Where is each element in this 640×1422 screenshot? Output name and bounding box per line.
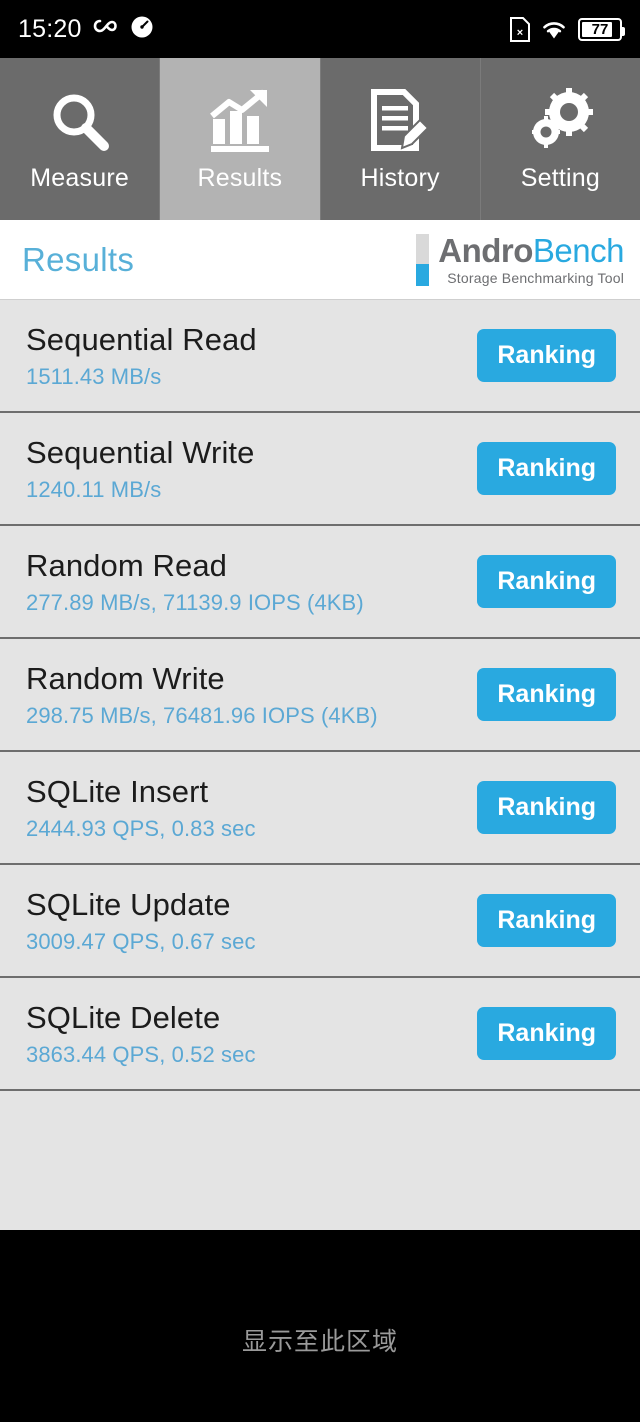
result-title: SQLite Delete: [26, 999, 221, 1035]
document-pencil-icon: [364, 86, 436, 158]
table-row[interactable]: Random Write 298.75 MB/s, 76481.96 IOPS …: [0, 639, 640, 752]
result-title: SQLite Update: [26, 886, 231, 922]
bottom-area: 显示至此区域 头条 @泡泡网: [0, 1230, 640, 1422]
status-bar-left: 15:20: [18, 15, 154, 44]
status-bar-right: × 77: [510, 16, 625, 42]
result-value: 3863.44 QPS, 0.52 sec: [26, 1041, 256, 1067]
ranking-button[interactable]: Ranking: [477, 894, 616, 947]
page-title: Results: [22, 240, 135, 278]
logo-bench: Bench: [532, 231, 625, 269]
gears-icon: [524, 86, 596, 158]
result-title: Sequential Write: [26, 434, 255, 470]
sim-card-missing-icon: ×: [510, 16, 530, 42]
tab-measure-label: Measure: [30, 163, 129, 192]
tab-results[interactable]: Results: [160, 58, 321, 220]
logo-bar-top: [416, 233, 430, 265]
result-value: 1511.43 MB/s: [26, 363, 162, 389]
page-header: Results AndroBench Storage Benchmarking …: [0, 220, 640, 300]
phone-screen: 15:20 × 77 Measure Results History Setti…: [0, 0, 640, 1422]
result-value: 3009.47 QPS, 0.67 sec: [26, 928, 256, 954]
data-saver-icon: [130, 15, 154, 44]
table-row[interactable]: SQLite Update 3009.47 QPS, 0.67 sec Rank…: [0, 865, 640, 978]
result-value: 298.75 MB/s, 76481.96 IOPS (4KB): [26, 702, 378, 728]
row-texts: SQLite Insert 2444.93 QPS, 0.83 sec: [26, 774, 256, 842]
logo-bar-bottom: [416, 264, 430, 286]
tab-history-label: History: [360, 163, 440, 192]
logo-text: AndroBench Storage Benchmarking Tool: [438, 234, 624, 286]
result-title: Random Write: [26, 660, 225, 696]
row-texts: Sequential Read 1511.43 MB/s: [26, 322, 257, 390]
ranking-button[interactable]: Ranking: [477, 555, 616, 608]
tab-results-label: Results: [197, 163, 283, 192]
ranking-button[interactable]: Ranking: [477, 329, 616, 382]
result-title: Sequential Read: [26, 321, 257, 357]
table-row[interactable]: Sequential Read 1511.43 MB/s Ranking: [0, 300, 640, 413]
row-texts: Random Read 277.89 MB/s, 71139.9 IOPS (4…: [26, 548, 364, 616]
bar-chart-arrow-icon: [204, 86, 276, 158]
list-empty-space: [0, 1091, 640, 1233]
screenshot-hint-label: 显示至此区域: [241, 1328, 398, 1356]
table-row[interactable]: Sequential Write 1240.11 MB/s Ranking: [0, 413, 640, 526]
status-bar-clock: 15:20: [18, 14, 82, 43]
logo-andro: Andro: [438, 231, 533, 269]
result-title: SQLite Insert: [26, 773, 209, 809]
result-title: Random Read: [26, 547, 227, 583]
result-value: 2444.93 QPS, 0.83 sec: [26, 815, 256, 841]
tab-history[interactable]: History: [320, 58, 481, 220]
wifi-icon: [541, 19, 567, 40]
battery-percent-label: 77: [591, 20, 609, 38]
logo-subtitle: Storage Benchmarking Tool: [447, 269, 624, 286]
table-row[interactable]: SQLite Delete 3863.44 QPS, 0.52 sec Rank…: [0, 978, 640, 1091]
magnifier-icon: [44, 86, 116, 158]
svg-text:×: ×: [517, 27, 523, 39]
result-value: 1240.11 MB/s: [26, 476, 162, 502]
row-texts: SQLite Delete 3863.44 QPS, 0.52 sec: [26, 1000, 256, 1068]
row-texts: Sequential Write 1240.11 MB/s: [26, 435, 254, 503]
tab-measure[interactable]: Measure: [0, 58, 161, 220]
ranking-button[interactable]: Ranking: [477, 442, 616, 495]
infinity-icon: [93, 17, 119, 42]
battery-icon: 77: [578, 17, 625, 41]
tab-setting-label: Setting: [520, 163, 600, 192]
result-value: 277.89 MB/s, 71139.9 IOPS (4KB): [26, 589, 364, 615]
tab-setting[interactable]: Setting: [480, 58, 640, 220]
ranking-button[interactable]: Ranking: [477, 1007, 616, 1060]
ranking-button[interactable]: Ranking: [477, 668, 616, 721]
logo-wordmark: AndroBench: [438, 234, 624, 267]
androbench-logo: AndroBench Storage Benchmarking Tool: [416, 233, 625, 286]
row-texts: Random Write 298.75 MB/s, 76481.96 IOPS …: [26, 661, 378, 729]
tab-bar: Measure Results History Setting: [0, 58, 640, 220]
logo-bar-icon: [416, 233, 430, 286]
table-row[interactable]: Random Read 277.89 MB/s, 71139.9 IOPS (4…: [0, 526, 640, 639]
ranking-button[interactable]: Ranking: [477, 781, 616, 834]
row-texts: SQLite Update 3009.47 QPS, 0.67 sec: [26, 887, 256, 955]
table-row[interactable]: SQLite Insert 2444.93 QPS, 0.83 sec Rank…: [0, 752, 640, 865]
results-list: Sequential Read 1511.43 MB/s Ranking Seq…: [0, 300, 640, 1233]
status-bar: 15:20 × 77: [0, 0, 640, 58]
